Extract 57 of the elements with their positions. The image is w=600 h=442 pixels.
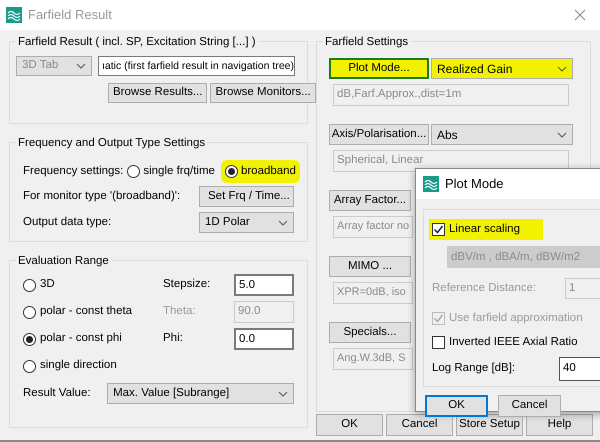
label: Theta: — [163, 304, 196, 320]
chevron-icon — [76, 63, 86, 69]
radio-button[interactable] — [23, 360, 36, 372]
radio-button[interactable] — [23, 332, 36, 346]
label: Result Value: — [23, 386, 92, 401]
label: Reference Distance: — [432, 281, 536, 296]
button[interactable]: Plot Mode... — [329, 58, 429, 79]
button[interactable]: Specials... — [329, 322, 411, 343]
button[interactable]: Browse Results... — [108, 83, 208, 103]
app-icon — [6, 7, 22, 23]
dropdown[interactable]: Abs — [431, 124, 573, 145]
label: Phi: — [163, 331, 183, 346]
app-icon — [423, 176, 439, 192]
checkbox-label: Use farfield approximation — [449, 311, 583, 326]
chevron-icon — [278, 220, 288, 226]
checkbox[interactable] — [432, 223, 445, 236]
radio-label: broadband — [240, 164, 296, 179]
label: Frequency settings: — [23, 164, 124, 179]
checkbox-label: Linear scaling — [449, 222, 520, 237]
label: For monitor type '(broadband)': — [23, 189, 180, 204]
input-field[interactable]: 0.0 — [234, 328, 294, 350]
radio-button[interactable] — [23, 306, 36, 318]
radio-label: polar - const phi — [40, 331, 122, 346]
dialog-title: Plot Mode — [445, 175, 504, 194]
dropdown[interactable]: Realized Gain — [431, 58, 573, 79]
input-field[interactable]: 40 — [559, 356, 600, 381]
checkbox-label: Inverted IEEE Axial Ratio — [449, 334, 578, 350]
input-field[interactable]: 5.0 — [234, 274, 294, 296]
chevron-icon — [557, 66, 567, 72]
button[interactable]: Cancel — [498, 395, 561, 417]
button[interactable]: Help — [526, 414, 593, 436]
label: Stepsize: — [163, 277, 210, 292]
label: Output data type: — [23, 215, 112, 230]
radio-label: single frq/time — [143, 164, 215, 179]
radio-label: polar - const theta — [40, 304, 132, 320]
button[interactable]: OK — [316, 414, 383, 436]
chevron-icon — [278, 390, 288, 396]
button[interactable]: Browse Monitors... — [210, 83, 316, 103]
button[interactable]: MIMO ... — [329, 256, 411, 277]
label: Log Range [dB]: — [432, 361, 516, 376]
dropdown[interactable]: 1D Polar — [199, 212, 294, 234]
close-icon[interactable] — [574, 9, 586, 21]
radio-button[interactable] — [224, 165, 238, 178]
button[interactable]: Array Factor... — [329, 190, 411, 211]
checkbox[interactable] — [432, 336, 445, 349]
radio-label: single direction — [40, 358, 117, 374]
input-field[interactable]: ıatic (first farfield result in navigation tree) — [98, 56, 295, 76]
radio-label: 3D — [40, 277, 55, 292]
button[interactable]: Axis/Polarisation... — [329, 124, 429, 145]
button[interactable]: OK — [425, 395, 488, 417]
button[interactable]: Cancel — [386, 414, 453, 436]
window-title: Farfield Result — [28, 6, 112, 24]
radio-button[interactable] — [127, 165, 140, 178]
chevron-icon — [557, 132, 567, 138]
dropdown[interactable]: Max. Value [Subrange] — [107, 383, 294, 404]
radio-button[interactable] — [23, 278, 36, 292]
button[interactable]: Set Frq / Time... — [199, 186, 294, 208]
